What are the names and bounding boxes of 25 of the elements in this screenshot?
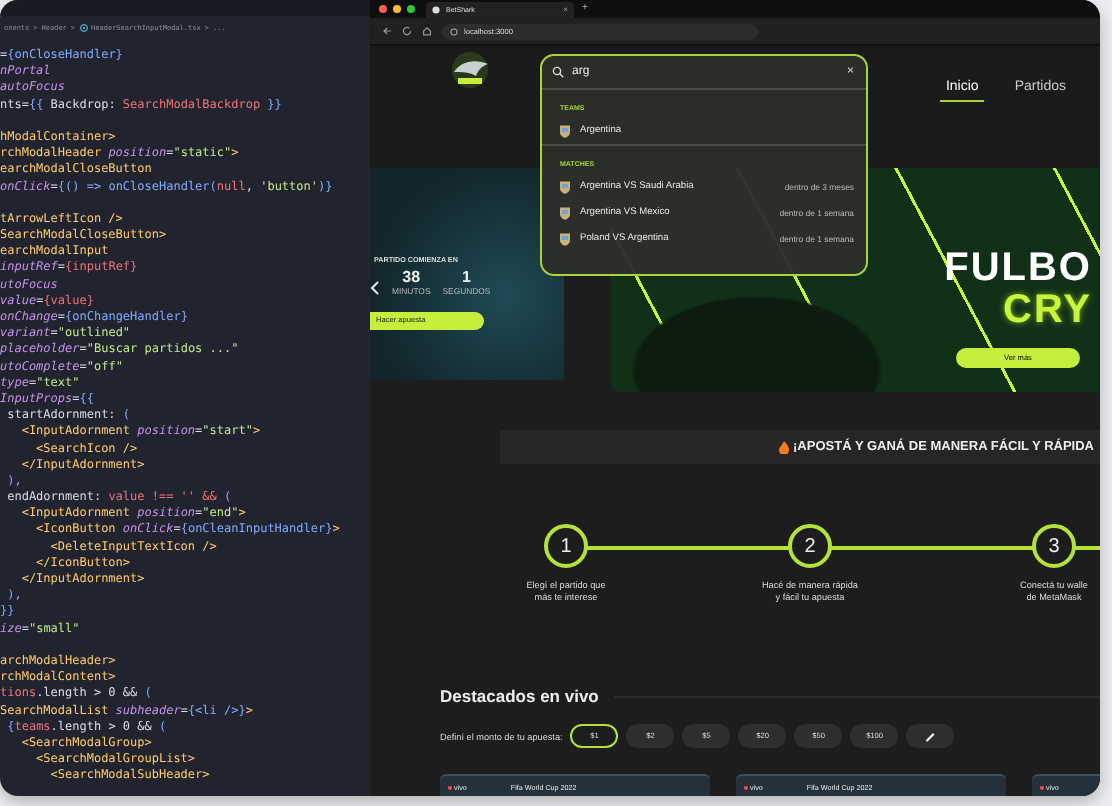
banner-headline: FULBO [944,248,1092,290]
team-crest-icon [558,232,572,246]
fire-icon [777,440,790,454]
custom-amount-button[interactable] [906,724,955,748]
step-number: 1 [544,524,588,568]
pencil-icon [924,729,937,741]
home-icon[interactable] [422,26,432,36]
countdown-value: 38 [402,268,421,286]
info-icon [450,27,458,35]
section-title: Destacados en vivo [440,686,599,706]
react-file-icon [79,24,88,32]
chevron-left-icon[interactable] [370,280,380,296]
back-icon[interactable] [382,26,392,36]
shark-logo-icon [446,50,494,90]
window-controls-drawing [378,4,418,14]
team-crest-icon [558,124,572,138]
reload-icon[interactable] [402,26,412,36]
team-crest-icon [558,180,572,194]
team-crest-icon [558,206,572,220]
step-number: 2 [788,524,832,568]
countdown-value: 1 [461,268,471,286]
step-number: 3 [1032,524,1076,568]
banner-headline: CRY [1003,290,1092,332]
favicon-icon [432,6,440,14]
search-icon [552,66,564,78]
